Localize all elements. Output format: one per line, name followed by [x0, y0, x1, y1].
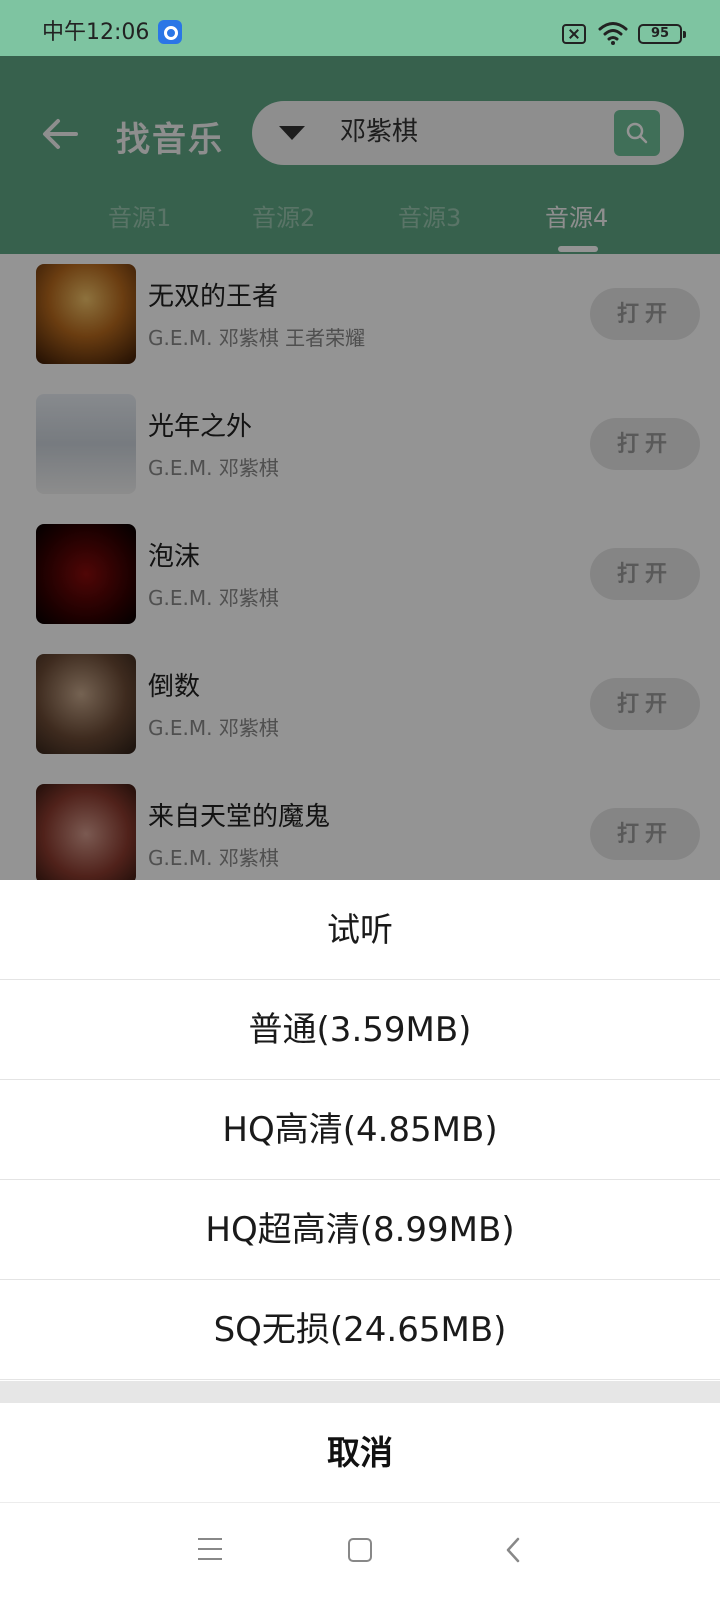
sheet-option-preview[interactable]: 试听 — [0, 880, 720, 980]
wifi-icon — [598, 22, 628, 45]
sheet-option-hq-super[interactable]: HQ超高清(8.99MB) — [0, 1180, 720, 1280]
app-notification-icon — [158, 20, 182, 44]
sheet-option-hq[interactable]: HQ高清(4.85MB) — [0, 1080, 720, 1180]
recent-apps-icon[interactable] — [198, 1538, 222, 1560]
no-sim-icon — [562, 24, 586, 44]
battery-icon: 95 — [638, 24, 686, 44]
home-icon[interactable] — [348, 1538, 372, 1562]
sheet-option-sq-lossless[interactable]: SQ无损(24.65MB) — [0, 1280, 720, 1380]
dim-overlay[interactable] — [0, 0, 720, 880]
back-icon[interactable] — [504, 1537, 522, 1563]
sheet-divider — [0, 1381, 720, 1403]
cancel-button[interactable]: 取消 — [0, 1403, 720, 1503]
status-bar: 中午12:06 95 — [0, 0, 720, 56]
sheet-option-normal[interactable]: 普通(3.59MB) — [0, 980, 720, 1080]
status-time: 中午12:06 — [42, 20, 150, 45]
